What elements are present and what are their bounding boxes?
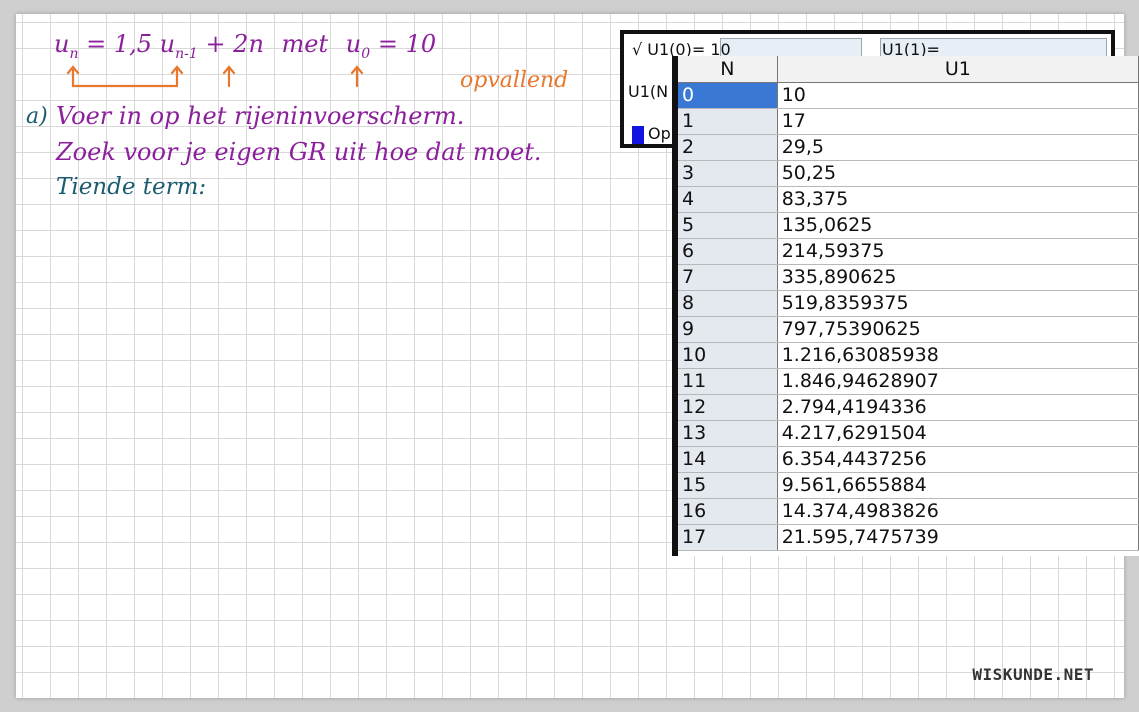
options-label: Op: [648, 124, 671, 143]
formula-u0: u: [345, 30, 362, 58]
cell-u1[interactable]: 17: [777, 108, 1139, 135]
table-row[interactable]: 10 1.216,63085938: [678, 342, 1139, 369]
table-row[interactable]: 4 83,375: [678, 186, 1139, 213]
table-row[interactable]: 13 4.217,6291504: [678, 420, 1139, 447]
cell-n[interactable]: 7: [678, 264, 778, 291]
cell-u1[interactable]: 135,0625: [777, 212, 1139, 239]
cell-n[interactable]: 3: [678, 160, 778, 187]
cell-u1[interactable]: 4.217,6291504: [777, 420, 1139, 447]
cell-u1[interactable]: 10: [777, 82, 1139, 109]
table-row[interactable]: 0 10: [678, 82, 1139, 109]
sequence-table-window: N U1 0 10 1 17 2 29,5 3 50,25 4 83,375 5 135,0625 6 2…: [672, 56, 1139, 556]
cell-n[interactable]: 4: [678, 186, 778, 213]
table-row[interactable]: 5 135,0625: [678, 212, 1139, 239]
table-row[interactable]: 8 519,8359375: [678, 290, 1139, 317]
table-row[interactable]: 3 50,25: [678, 160, 1139, 187]
cell-n[interactable]: 9: [678, 316, 778, 343]
arrow-up-icon: [170, 65, 184, 88]
cell-n[interactable]: 17: [678, 524, 778, 551]
table-row[interactable]: 11 1.846,94628907: [678, 368, 1139, 395]
cell-n[interactable]: 2: [678, 134, 778, 161]
cell-n[interactable]: 0: [678, 82, 778, 109]
table-row[interactable]: 2 29,5: [678, 134, 1139, 161]
cell-n[interactable]: 5: [678, 212, 778, 239]
table-row[interactable]: 12 2.794,4194336: [678, 394, 1139, 421]
cell-u1[interactable]: 14.374,4983826: [777, 498, 1139, 525]
cell-u1[interactable]: 214,59375: [777, 238, 1139, 265]
cell-u1[interactable]: 6.354,4437256: [777, 446, 1139, 473]
table-row[interactable]: 17 21.595,7475739: [678, 524, 1139, 551]
part-label: a): [26, 104, 48, 129]
cell-n[interactable]: 13: [678, 420, 778, 447]
column-header-u1[interactable]: U1: [777, 56, 1139, 83]
cell-u1[interactable]: 519,8359375: [777, 290, 1139, 317]
sequence-table: N U1 0 10 1 17 2 29,5 3 50,25 4 83,375 5 135,0625 6 2…: [678, 56, 1139, 551]
cell-n[interactable]: 12: [678, 394, 778, 421]
cell-u1[interactable]: 29,5: [777, 134, 1139, 161]
cell-n[interactable]: 10: [678, 342, 778, 369]
instruction-line-2: Zoek voor je eigen GR uit hoe dat moet.: [56, 138, 542, 166]
cell-u1[interactable]: 50,25: [777, 160, 1139, 187]
table-row[interactable]: 1 17: [678, 108, 1139, 135]
cell-n[interactable]: 11: [678, 368, 778, 395]
cell-n[interactable]: 8: [678, 290, 778, 317]
formula-eq1: = 1,5 u: [86, 30, 176, 58]
arrow-up-icon: [66, 65, 80, 88]
cell-n[interactable]: 14: [678, 446, 778, 473]
cell-u1[interactable]: 83,375: [777, 186, 1139, 213]
cell-u1[interactable]: 21.595,7475739: [777, 524, 1139, 551]
formula-eq2: = 10: [377, 30, 437, 58]
annotation-arrows: [66, 65, 364, 88]
table-body: 0 10 1 17 2 29,5 3 50,25 4 83,375 5 135,0625 6 214,59…: [678, 82, 1139, 551]
cell-u1[interactable]: 1.846,94628907: [777, 368, 1139, 395]
cell-u1[interactable]: 2.794,4194336: [777, 394, 1139, 421]
cell-n[interactable]: 6: [678, 238, 778, 265]
column-header-n[interactable]: N: [678, 56, 778, 83]
arrow-up-icon: [222, 65, 236, 88]
table-row[interactable]: 7 335,890625: [678, 264, 1139, 291]
watermark: WISKUNDE.NET: [972, 665, 1094, 684]
recurrence-formula: un = 1,5 un-1 + 2n met u0 = 10: [54, 30, 436, 62]
instruction-line-1: Voer in op het rijeninvoerscherm.: [56, 102, 465, 130]
table-header-row: N U1: [678, 56, 1139, 83]
cell-u1[interactable]: 335,890625: [777, 264, 1139, 291]
arrow-up-icon: [350, 65, 364, 88]
formula-u: u: [54, 30, 70, 58]
table-row[interactable]: 6 214,59375: [678, 238, 1139, 265]
instruction-line-3: Tiende term:: [56, 174, 207, 200]
cell-u1[interactable]: 9.561,6655884: [777, 472, 1139, 499]
table-row[interactable]: 16 14.374,4983826: [678, 498, 1139, 525]
formula-met: met: [281, 30, 329, 58]
highlight-note: opvallend: [460, 68, 569, 93]
arrows-group: [66, 65, 364, 88]
formula-plus: + 2n: [205, 30, 264, 58]
table-row[interactable]: 15 9.561,6655884: [678, 472, 1139, 499]
cell-n[interactable]: 16: [678, 498, 778, 525]
formula-row-label: U1(N: [628, 82, 669, 101]
table-row[interactable]: 14 6.354,4437256: [678, 446, 1139, 473]
cell-n[interactable]: 1: [678, 108, 778, 135]
cell-n[interactable]: 15: [678, 472, 778, 499]
options-row[interactable]: Op: [632, 124, 671, 144]
table-row[interactable]: 9 797,75390625: [678, 316, 1139, 343]
color-swatch-icon: [632, 125, 644, 144]
cell-u1[interactable]: 1.216,63085938: [777, 342, 1139, 369]
video-frame: un = 1,5 un-1 + 2n met u0 = 10 opvallend…: [0, 0, 1139, 712]
cell-u1[interactable]: 797,75390625: [777, 316, 1139, 343]
